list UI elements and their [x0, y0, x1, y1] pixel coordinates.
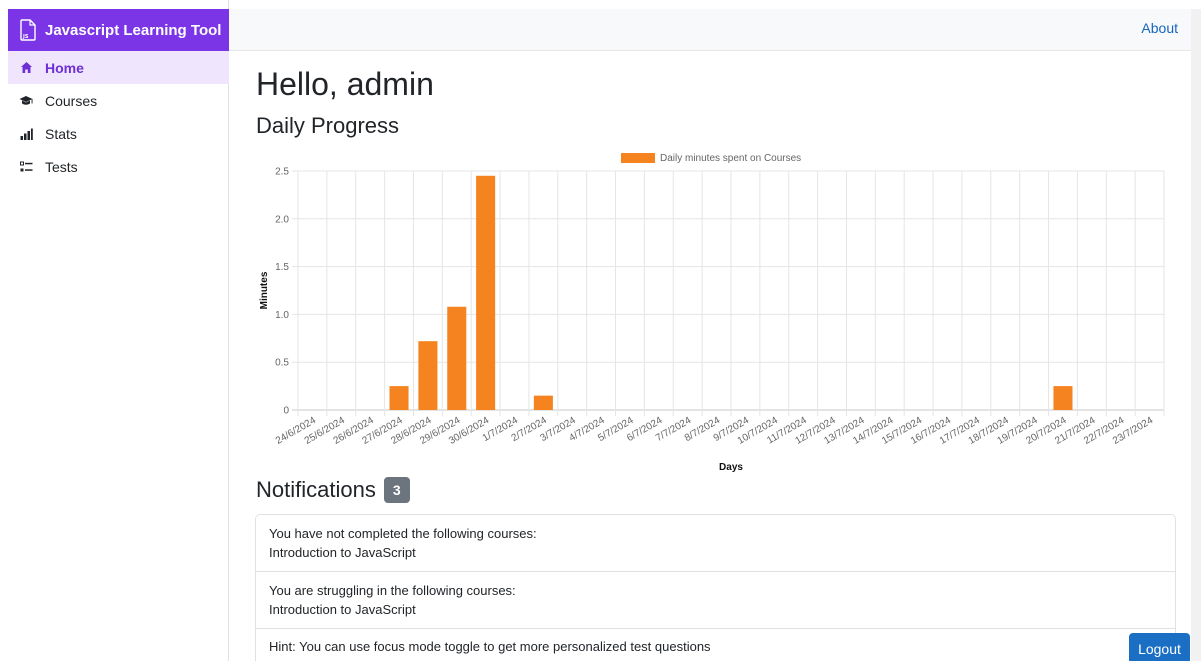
- y-tick-label: 2.0: [275, 214, 289, 225]
- x-axis-title: Days: [719, 462, 743, 473]
- app-title: Javascript Learning Tool: [45, 21, 222, 39]
- sidebar-item-label: Stats: [45, 125, 77, 142]
- legend-label: Daily minutes spent on Courses: [660, 153, 801, 164]
- notification-item: You are struggling in the following cour…: [256, 572, 1175, 629]
- chart-bar: [533, 395, 553, 410]
- y-tick-label: 0.5: [275, 358, 289, 369]
- notification-text: You are struggling in the following cour…: [269, 583, 516, 598]
- page-greeting: Hello, admin: [256, 66, 434, 102]
- legend-swatch: [621, 153, 655, 163]
- graduation-cap-icon: [19, 94, 33, 108]
- daily-progress-chart: 00.51.01.52.02.524/6/202425/6/202426/6/2…: [259, 153, 1165, 473]
- list-checks-icon: [19, 160, 33, 174]
- notification-course: Introduction to JavaScript: [269, 602, 416, 617]
- y-tick-label: 1.5: [275, 262, 289, 273]
- js-file-icon: JS: [20, 19, 36, 41]
- chart-bar: [447, 306, 467, 410]
- chart-bar: [389, 386, 409, 410]
- notification-text: You have not completed the following cou…: [269, 526, 537, 541]
- chart-bar: [1053, 386, 1073, 410]
- notification-text: Hint: You can use focus mode toggle to g…: [269, 639, 711, 654]
- sidebar-item-label: Home: [45, 59, 84, 76]
- y-axis-title: Minutes: [259, 271, 270, 309]
- sidebar-item-label: Tests: [45, 158, 78, 175]
- sidebar: JS Javascript Learning Tool Home Courses…: [0, 0, 229, 661]
- sidebar-item-label: Courses: [45, 92, 98, 109]
- notification-course: Introduction to JavaScript: [269, 545, 416, 560]
- home-icon: [19, 61, 33, 75]
- sidebar-nav: Home Courses Stats Tests: [8, 51, 229, 183]
- app-brand[interactable]: JS Javascript Learning Tool: [8, 9, 229, 51]
- notifications-heading: Notifications 3: [256, 477, 410, 503]
- daily-progress-title: Daily Progress: [256, 113, 400, 138]
- notifications-list: You have not completed the following cou…: [255, 514, 1176, 661]
- notifications-count-badge: 3: [383, 477, 410, 503]
- notification-item: You have not completed the following cou…: [256, 515, 1175, 572]
- y-tick-label: 1.0: [275, 310, 289, 321]
- notifications-title: Notifications: [256, 477, 376, 502]
- logout-button[interactable]: Logout: [1129, 633, 1190, 661]
- top-navbar: About: [229, 9, 1191, 51]
- bar-chart-icon: [19, 127, 33, 141]
- y-tick-label: 2.5: [275, 167, 289, 178]
- svg-text:JS: JS: [22, 34, 29, 40]
- sidebar-item-tests[interactable]: Tests: [8, 150, 229, 183]
- chart-bar: [476, 175, 496, 410]
- notification-item: Hint: You can use focus mode toggle to g…: [256, 629, 1175, 661]
- y-tick-label: 0: [283, 406, 289, 417]
- sidebar-item-home[interactable]: Home: [8, 51, 229, 84]
- about-link[interactable]: About: [1141, 20, 1178, 36]
- scrollbar[interactable]: [1191, 9, 1201, 661]
- chart-bar: [418, 341, 438, 410]
- sidebar-item-stats[interactable]: Stats: [8, 117, 229, 150]
- sidebar-item-courses[interactable]: Courses: [8, 84, 229, 117]
